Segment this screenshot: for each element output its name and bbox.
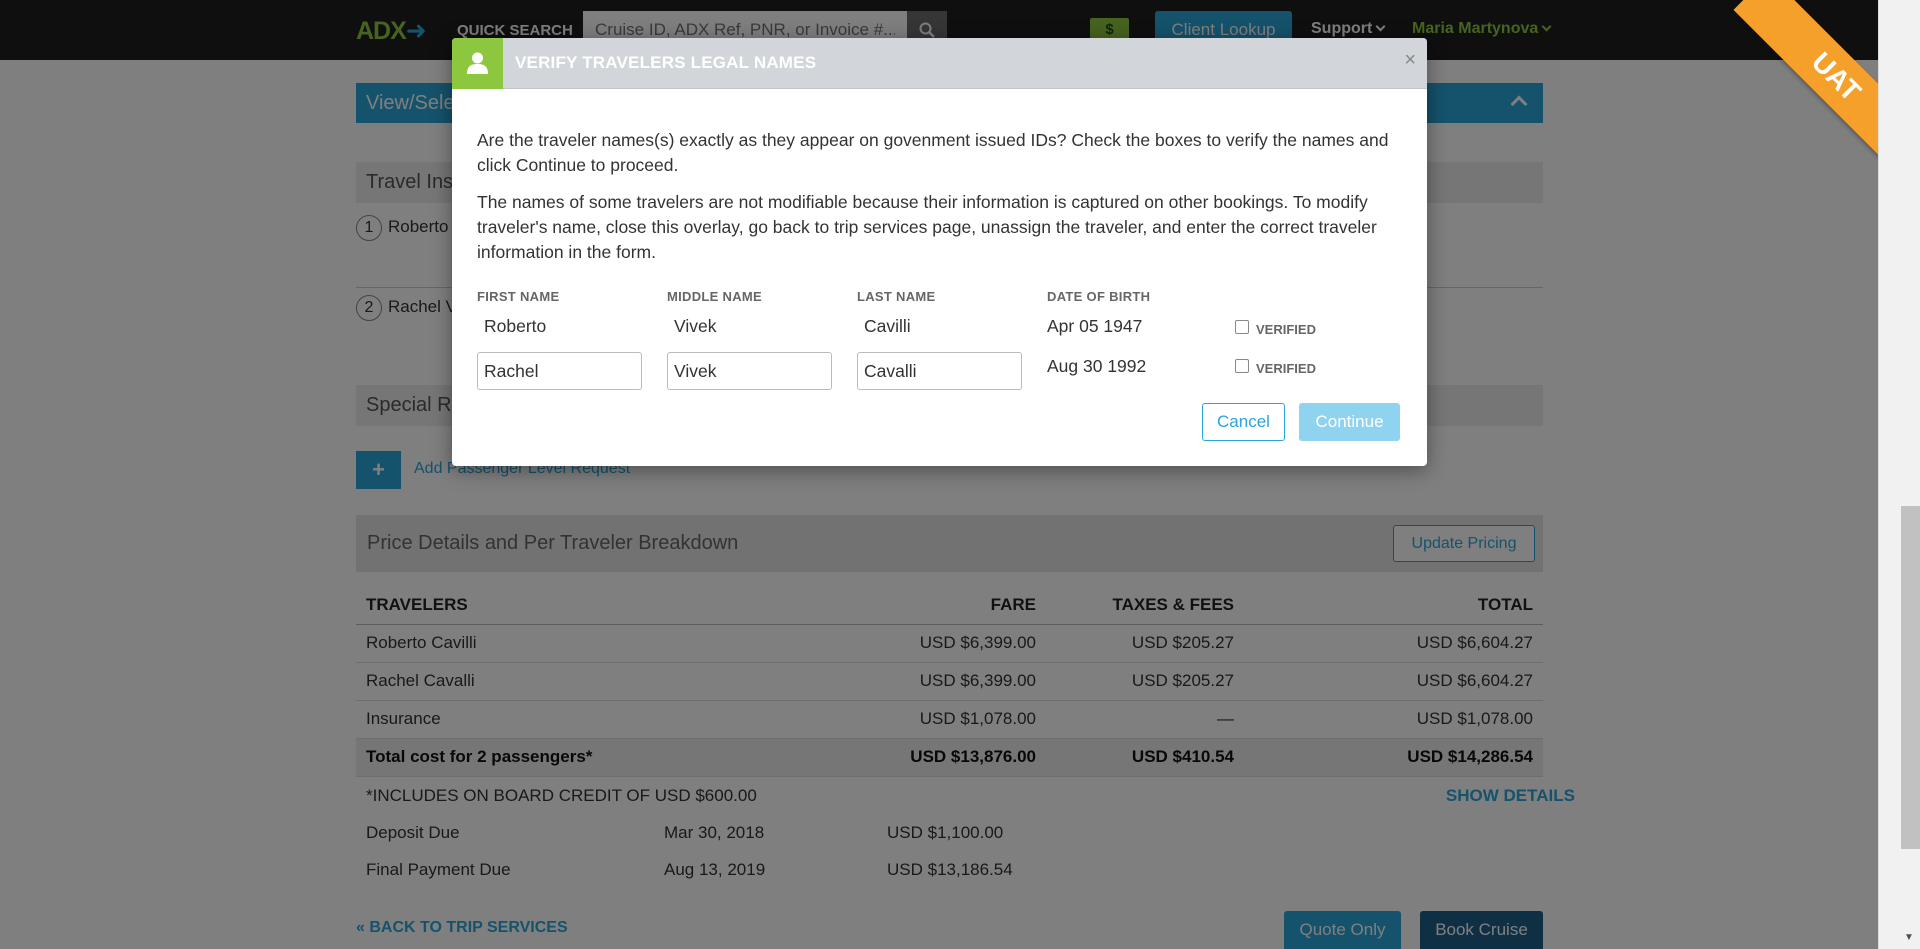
traveler-2-verified-checkbox[interactable] xyxy=(1235,359,1249,373)
col-middle-name: MIDDLE NAME xyxy=(667,289,763,304)
close-icon[interactable]: × xyxy=(1404,49,1416,72)
traveler-1-verified-checkbox[interactable] xyxy=(1235,320,1249,334)
uat-ribbon: UAT xyxy=(1700,0,1878,200)
scroll-down-arrow-icon[interactable]: ▼ xyxy=(1904,932,1914,943)
modal-header: VERIFY TRAVELERS LEGAL NAMES × xyxy=(452,38,1427,89)
uat-ribbon-label: UAT xyxy=(1733,0,1878,180)
col-date-of-birth: DATE OF BIRTH xyxy=(1047,289,1151,304)
traveler-1-verified-label: VERIFIED xyxy=(1256,322,1316,337)
modal-instruction: Are the traveler names(s) exactly as the… xyxy=(477,130,1389,175)
col-last-name: LAST NAME xyxy=(857,289,936,304)
col-first-name: FIRST NAME xyxy=(477,289,560,304)
traveler-2-verified-label: VERIFIED xyxy=(1256,361,1316,376)
traveler-2-dob: Aug 30 1992 xyxy=(1047,356,1147,376)
cancel-button[interactable]: Cancel xyxy=(1202,403,1285,441)
scrollbar-thumb[interactable] xyxy=(1901,506,1920,849)
traveler-2-middle-name-input[interactable] xyxy=(667,352,832,390)
continue-button[interactable]: Continue xyxy=(1299,403,1400,441)
traveler-1-dob: Apr 05 1947 xyxy=(1047,316,1143,336)
traveler-1-last-name: Cavilli xyxy=(864,316,911,336)
modal-title: VERIFY TRAVELERS LEGAL NAMES xyxy=(515,53,817,72)
verify-names-modal: VERIFY TRAVELERS LEGAL NAMES × Are the t… xyxy=(452,38,1427,466)
traveler-1-first-name: Roberto xyxy=(484,316,547,336)
traveler-1-middle-name: Vivek xyxy=(674,316,717,336)
modal-note: The names of some travelers are not modi… xyxy=(477,192,1377,262)
traveler-2-last-name-input[interactable] xyxy=(857,352,1022,390)
traveler-2-first-name-input[interactable] xyxy=(477,352,642,390)
user-icon xyxy=(467,52,488,74)
modal-icon-box xyxy=(452,38,503,89)
